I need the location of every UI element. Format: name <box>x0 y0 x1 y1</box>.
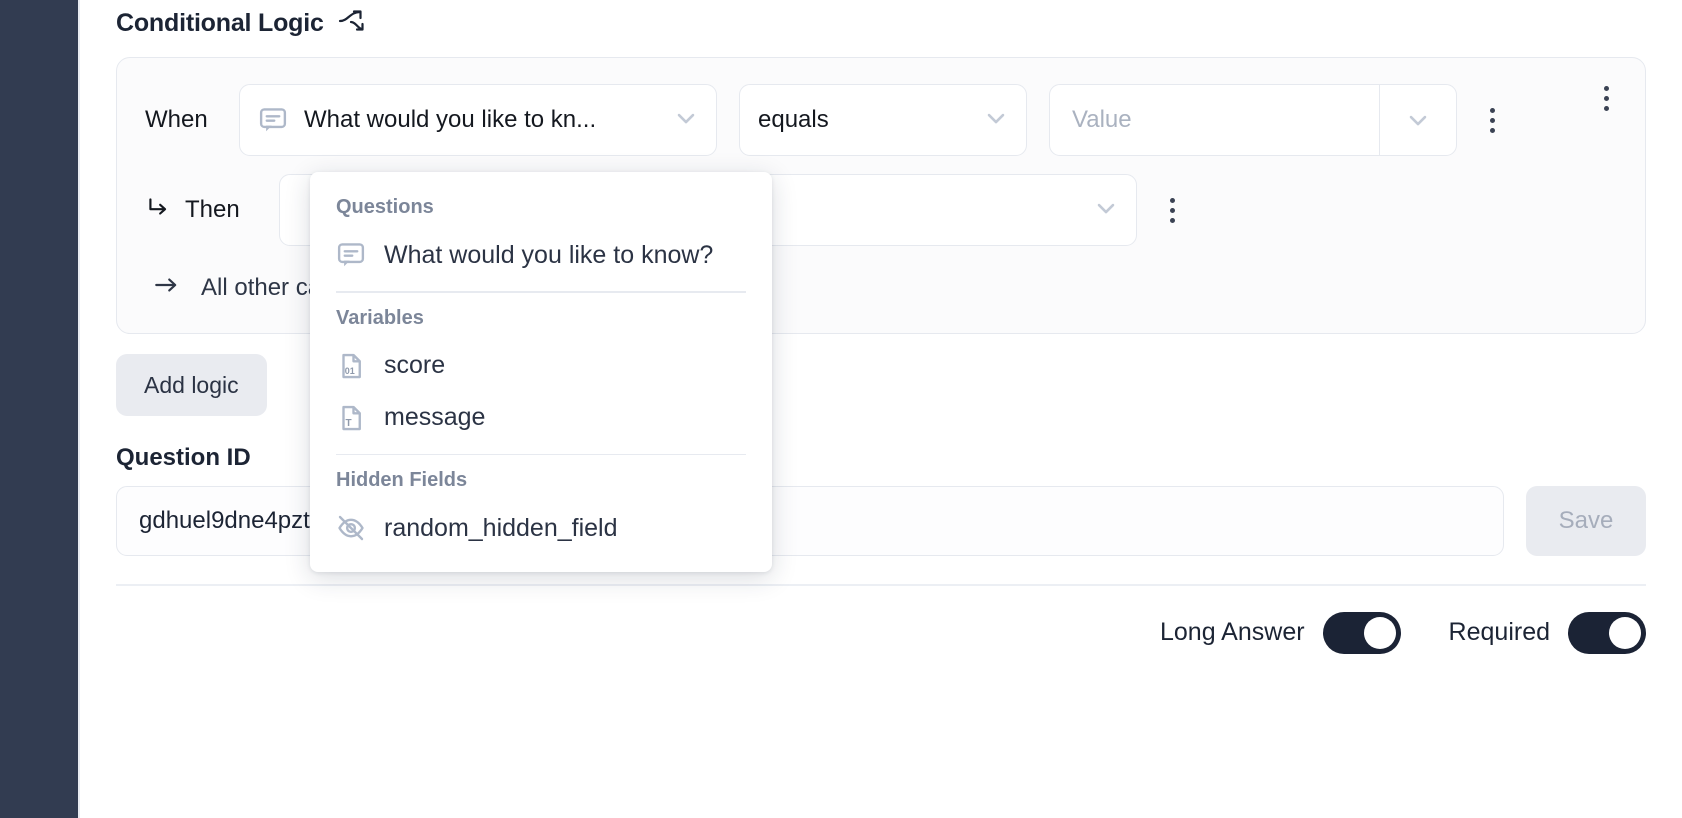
when-label: When <box>145 106 217 134</box>
dropdown-group-label-variables: Variables <box>310 293 772 340</box>
dropdown-item-label: score <box>384 351 445 380</box>
when-operator-value: equals <box>758 106 972 134</box>
when-value-dropdown-button[interactable] <box>1380 85 1456 155</box>
when-value-placeholder: Value <box>1068 106 1373 134</box>
page-title: Conditional Logic <box>116 9 324 38</box>
save-button[interactable]: Save <box>1526 486 1646 556</box>
when-value-input-group[interactable]: Value <box>1049 84 1457 156</box>
arrow-right-icon <box>151 272 181 303</box>
dropdown-group-label-questions: Questions <box>310 182 772 229</box>
long-answer-toggle-group: Long Answer <box>1160 612 1401 654</box>
branch-arrow-icon <box>338 8 368 39</box>
then-row-menu-button[interactable] <box>1159 198 1185 223</box>
toggle-knob <box>1609 617 1641 649</box>
chevron-down-icon <box>1092 194 1120 227</box>
then-label-group: Then <box>145 194 257 227</box>
eye-off-icon <box>336 513 366 543</box>
file-text-icon: T <box>336 403 366 433</box>
required-toggle[interactable] <box>1568 612 1646 654</box>
then-label: Then <box>185 196 240 224</box>
file-number-icon: 01 <box>336 351 366 381</box>
when-row: When What would you like to kn... <box>145 84 1617 156</box>
when-row-menu-button[interactable] <box>1479 108 1505 133</box>
message-square-icon <box>258 105 288 135</box>
dropdown-group-label-hidden-fields: Hidden Fields <box>310 455 772 502</box>
app-root: Conditional Logic When <box>0 0 1682 818</box>
when-operator-select[interactable]: equals <box>739 84 1027 156</box>
question-options-footer: Long Answer Required <box>116 612 1646 654</box>
dropdown-item-label: random_hidden_field <box>384 514 618 543</box>
kebab-dot <box>1490 118 1495 123</box>
message-square-icon <box>336 240 366 270</box>
kebab-dot <box>1170 218 1175 223</box>
dropdown-item-question-1[interactable]: What would you like to know? <box>310 229 772 281</box>
kebab-dot <box>1170 208 1175 213</box>
long-answer-label: Long Answer <box>1160 618 1305 647</box>
add-logic-button[interactable]: Add logic <box>116 354 267 416</box>
left-nav-rail <box>0 0 78 818</box>
long-answer-toggle[interactable] <box>1323 612 1401 654</box>
then-arrow-icon <box>145 194 171 227</box>
dropdown-item-label: What would you like to know? <box>384 241 713 270</box>
kebab-dot <box>1490 108 1495 113</box>
svg-text:01: 01 <box>345 365 355 375</box>
required-toggle-group: Required <box>1449 612 1646 654</box>
footer-divider <box>116 584 1646 586</box>
chevron-down-icon <box>672 104 700 137</box>
when-question-select[interactable]: What would you like to kn... <box>239 84 717 156</box>
question-settings-panel: Conditional Logic When <box>78 0 1682 818</box>
dropdown-item-variable-message[interactable]: T message <box>310 392 772 444</box>
question-source-dropdown-menu[interactable]: Questions What would you like to know? V… <box>310 172 772 572</box>
kebab-dot <box>1170 198 1175 203</box>
dropdown-item-variable-score[interactable]: 01 score <box>310 340 772 392</box>
when-question-value: What would you like to kn... <box>304 106 662 134</box>
kebab-dot <box>1490 128 1495 133</box>
conditional-logic-header: Conditional Logic <box>116 8 1646 39</box>
svg-text:T: T <box>346 418 352 429</box>
toggle-knob <box>1364 617 1396 649</box>
chevron-down-icon <box>982 104 1010 137</box>
dropdown-item-label: message <box>384 403 485 432</box>
left-nav-rail-surface <box>0 0 78 818</box>
required-label: Required <box>1449 618 1550 647</box>
dropdown-item-hidden-field-random[interactable]: random_hidden_field <box>310 502 772 554</box>
